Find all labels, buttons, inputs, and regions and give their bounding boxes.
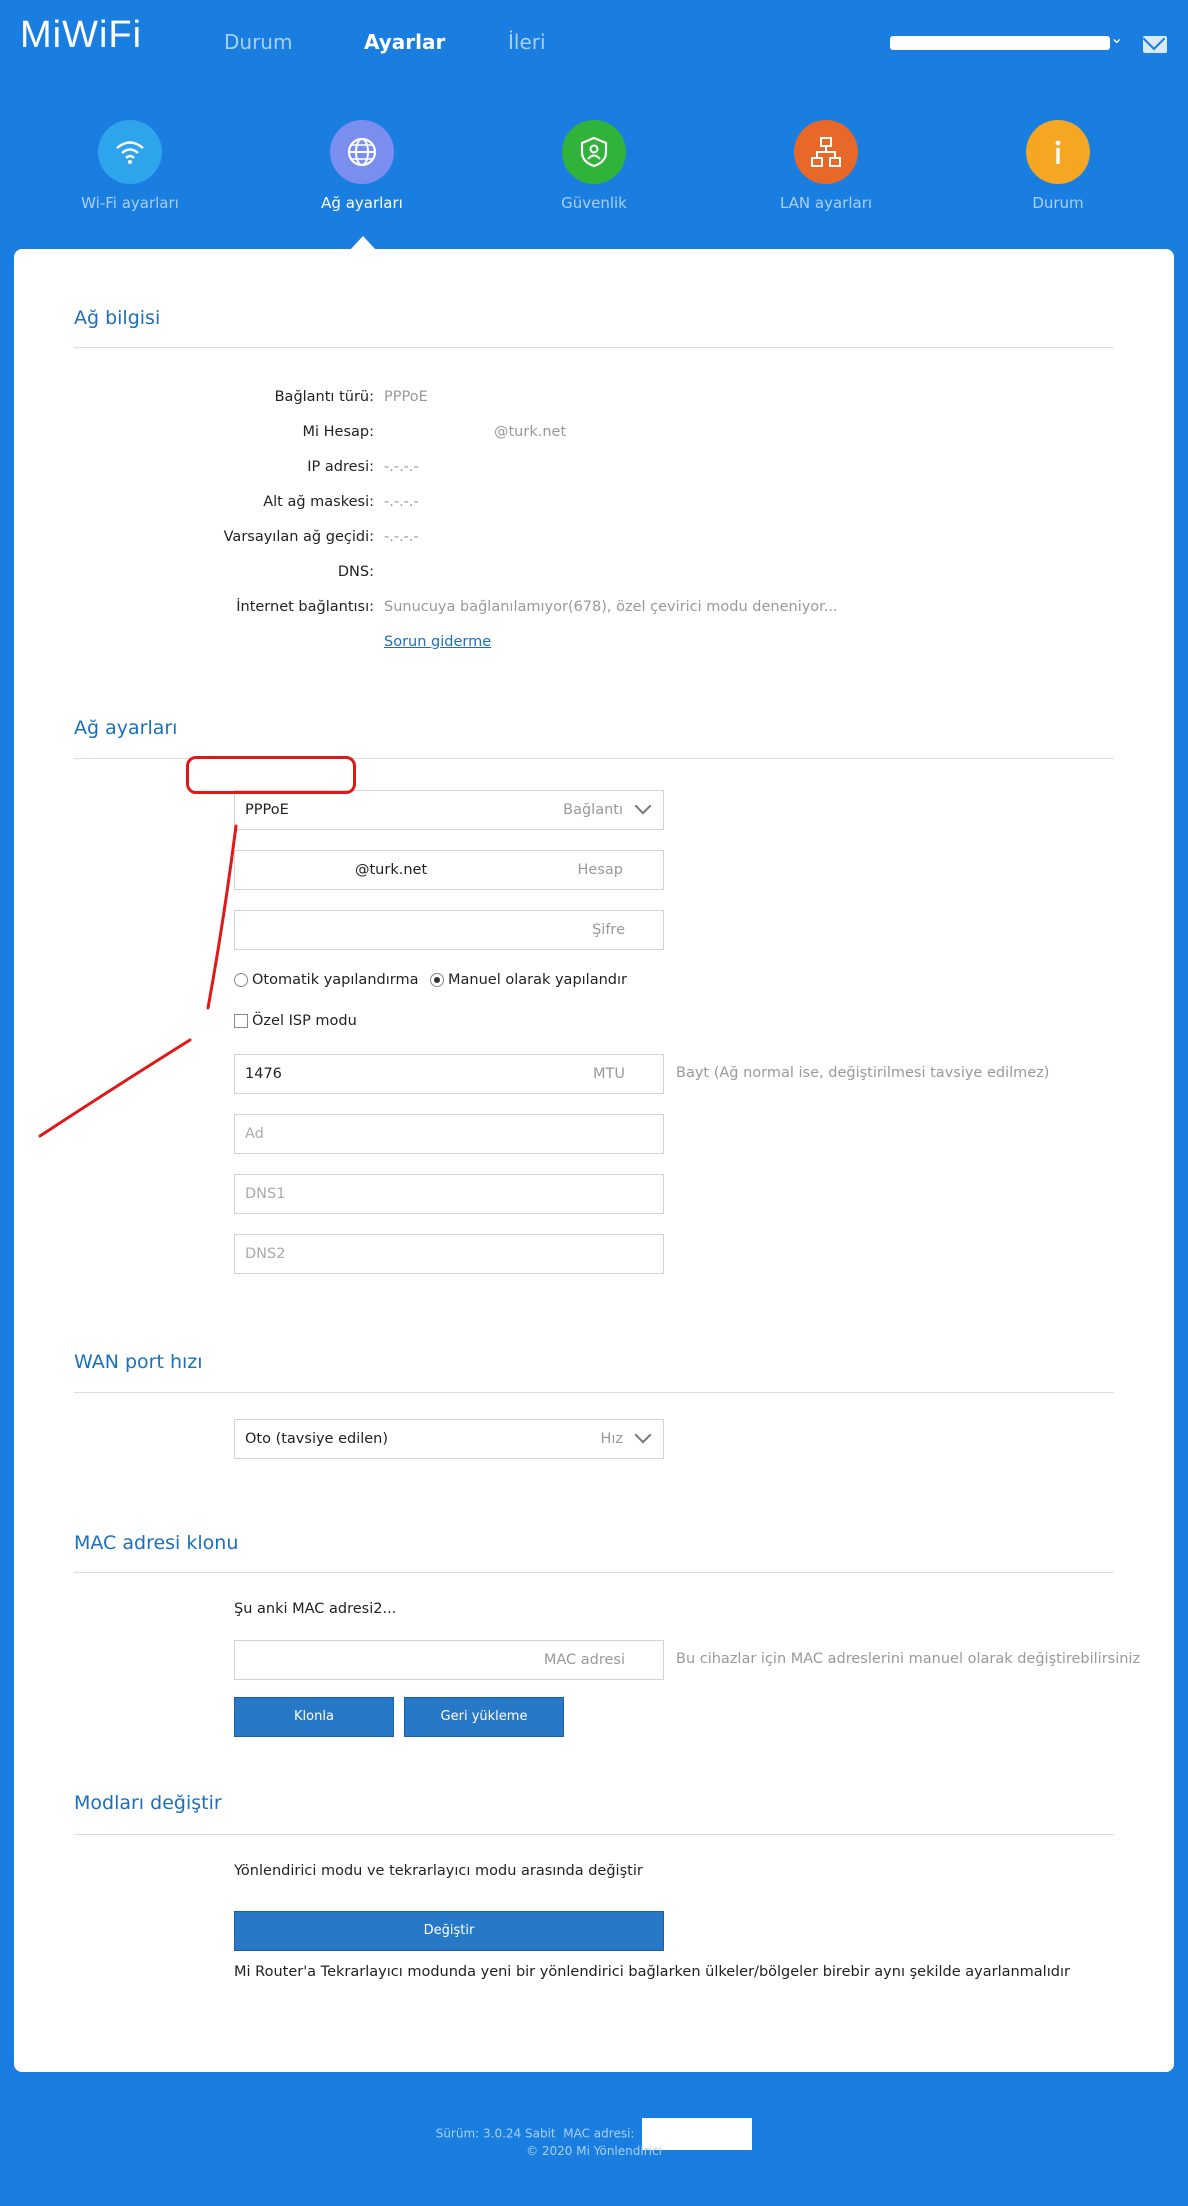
category-label: Wi-Fi ayarları bbox=[81, 194, 179, 212]
info-value-internet: Sunucuya bağlanılamıyor(678), özel çevir… bbox=[384, 599, 838, 615]
info-value-connection-type: PPPoE bbox=[384, 389, 428, 405]
footer-copyright: © 2020 Mi Yönlendirici bbox=[526, 2144, 662, 2158]
mail-icon[interactable] bbox=[1143, 36, 1167, 53]
info-icon bbox=[1026, 120, 1090, 184]
wan-speed-value: Oto (tavsiye edilen) bbox=[245, 1431, 389, 1447]
auto-config-label: Otomatik yapılandırma bbox=[252, 972, 419, 988]
info-label-ip: IP adresi: bbox=[307, 459, 374, 475]
globe-icon bbox=[330, 120, 394, 184]
manual-config-radio[interactable] bbox=[430, 973, 444, 987]
mac-note: Bu cihazlar için MAC adreslerini manuel … bbox=[676, 1651, 1141, 1667]
footer: Sürüm: 3.0.24 Sabit MAC adresi: © 2020 M… bbox=[0, 2118, 1188, 2162]
nav-settings[interactable]: Ayarlar bbox=[364, 30, 445, 54]
top-bar: MiWiFi Durum Ayarlar İleri ⌄ bbox=[0, 0, 1188, 90]
info-label-subnet: Alt ağ maskesi: bbox=[263, 494, 374, 510]
footer-version: Sürüm: 3.0.24 Sabit bbox=[435, 2126, 556, 2141]
manual-config-label: Manuel olarak yapılandır bbox=[448, 972, 627, 988]
connection-type-value: PPPoE bbox=[245, 802, 289, 818]
divider bbox=[74, 347, 1114, 348]
info-label-connection-type: Bağlantı türü: bbox=[274, 389, 374, 405]
network-info-title: Ağ bilgisi bbox=[74, 307, 161, 329]
info-value-gateway: -.-.-.- bbox=[384, 529, 419, 545]
network-settings-title: Ağ ayarları bbox=[74, 717, 178, 739]
mode-switch-description: Yönlendirici modu ve tekrarlayıcı modu a… bbox=[234, 1863, 643, 1879]
nav-advanced[interactable]: İleri bbox=[508, 30, 546, 54]
info-value-ip: -.-.-.- bbox=[384, 459, 419, 475]
mode-switch-title: Modları değiştir bbox=[74, 1792, 222, 1814]
category-label: Güvenlik bbox=[561, 194, 627, 212]
divider bbox=[74, 1572, 1114, 1573]
info-value-mi-account: @turk.net bbox=[494, 424, 567, 440]
dns2-input[interactable]: DNS2 bbox=[234, 1234, 664, 1274]
current-mac-label: Şu anki MAC adresi2... bbox=[234, 1601, 397, 1617]
chevron-down-icon bbox=[634, 797, 652, 815]
category-lan[interactable]: LAN ayarları bbox=[746, 120, 906, 212]
mode-switch-note: Mi Router'a Tekrarlayıcı modunda yeni bi… bbox=[234, 1964, 1070, 1980]
connection-type-hint: Bağlantı bbox=[563, 802, 623, 818]
user-account-redacted[interactable] bbox=[890, 36, 1110, 50]
category-status[interactable]: Durum bbox=[978, 120, 1138, 212]
custom-isp-label: Özel ISP modu bbox=[252, 1013, 357, 1029]
restore-button[interactable]: Geri yükleme bbox=[404, 1697, 564, 1737]
chevron-down-icon bbox=[634, 1426, 652, 1444]
info-label-gateway: Varsayılan ağ geçidi: bbox=[223, 529, 374, 545]
info-value-subnet: -.-.-.- bbox=[384, 494, 419, 510]
dns2-placeholder: DNS2 bbox=[245, 1246, 286, 1262]
mtu-note: Bayt (Ağ normal ise, değiştirilmesi tavs… bbox=[676, 1065, 1050, 1081]
name-placeholder: Ad bbox=[245, 1126, 264, 1142]
active-tab-pointer bbox=[350, 236, 376, 250]
category-label: Ağ ayarları bbox=[321, 194, 403, 212]
dns1-input[interactable]: DNS1 bbox=[234, 1174, 664, 1214]
name-input[interactable]: Ad bbox=[234, 1114, 664, 1154]
chevron-down-icon[interactable]: ⌄ bbox=[1110, 28, 1123, 47]
account-value: @turk.net bbox=[355, 862, 428, 878]
connection-type-select[interactable]: PPPoE Bağlantı bbox=[234, 790, 664, 830]
category-row: Wi-Fi ayarları Ağ ayarları Güvenlik LAN … bbox=[0, 120, 1188, 250]
divider bbox=[74, 1834, 1114, 1835]
custom-isp-checkbox[interactable] bbox=[234, 1014, 248, 1028]
mtu-value: 1476 bbox=[245, 1066, 282, 1082]
account-hint: Hesap bbox=[577, 862, 623, 878]
category-network[interactable]: Ağ ayarları bbox=[282, 120, 442, 212]
wan-speed-select[interactable]: Oto (tavsiye edilen) Hız bbox=[234, 1419, 664, 1459]
password-input[interactable]: Şifre bbox=[234, 910, 664, 950]
info-label-internet: İnternet bağlantısı: bbox=[236, 599, 374, 615]
info-label-dns: DNS: bbox=[337, 564, 374, 580]
category-label: Durum bbox=[1032, 194, 1084, 212]
network-icon bbox=[794, 120, 858, 184]
wan-port-title: WAN port hızı bbox=[74, 1351, 203, 1373]
settings-panel: Ağ bilgisi Bağlantı türü: PPPoE Mi Hesap… bbox=[14, 249, 1174, 2072]
mac-address-input[interactable]: MAC adresi bbox=[234, 1640, 664, 1680]
account-input[interactable]: @turk.net Hesap bbox=[234, 850, 664, 890]
category-label: LAN ayarları bbox=[779, 194, 873, 212]
auto-config-radio[interactable] bbox=[234, 973, 248, 987]
shield-icon bbox=[562, 120, 626, 184]
dns1-placeholder: DNS1 bbox=[245, 1186, 286, 1202]
mac-address-hint: MAC adresi bbox=[543, 1652, 625, 1668]
troubleshoot-link[interactable]: Sorun giderme bbox=[384, 634, 491, 650]
nav-status[interactable]: Durum bbox=[224, 30, 292, 54]
mac-clone-title: MAC adresi klonu bbox=[74, 1532, 239, 1554]
category-security[interactable]: Güvenlik bbox=[514, 120, 674, 212]
password-hint: Şifre bbox=[592, 922, 625, 938]
divider bbox=[74, 1392, 1114, 1393]
clone-button[interactable]: Klonla bbox=[234, 1697, 394, 1737]
miwifi-logo: MiWiFi bbox=[20, 14, 143, 56]
mtu-input[interactable]: 1476 MTU bbox=[234, 1054, 664, 1094]
category-wifi[interactable]: Wi-Fi ayarları bbox=[50, 120, 210, 212]
mtu-hint: MTU bbox=[593, 1066, 625, 1082]
wan-speed-hint: Hız bbox=[600, 1431, 623, 1447]
info-label-mi-account: Mi Hesap: bbox=[302, 424, 374, 440]
wifi-icon bbox=[98, 120, 162, 184]
annotation-highlight-box bbox=[186, 756, 356, 794]
switch-mode-button[interactable]: Değiştir bbox=[234, 1911, 664, 1951]
footer-mac-label: MAC adresi: bbox=[563, 2126, 635, 2141]
